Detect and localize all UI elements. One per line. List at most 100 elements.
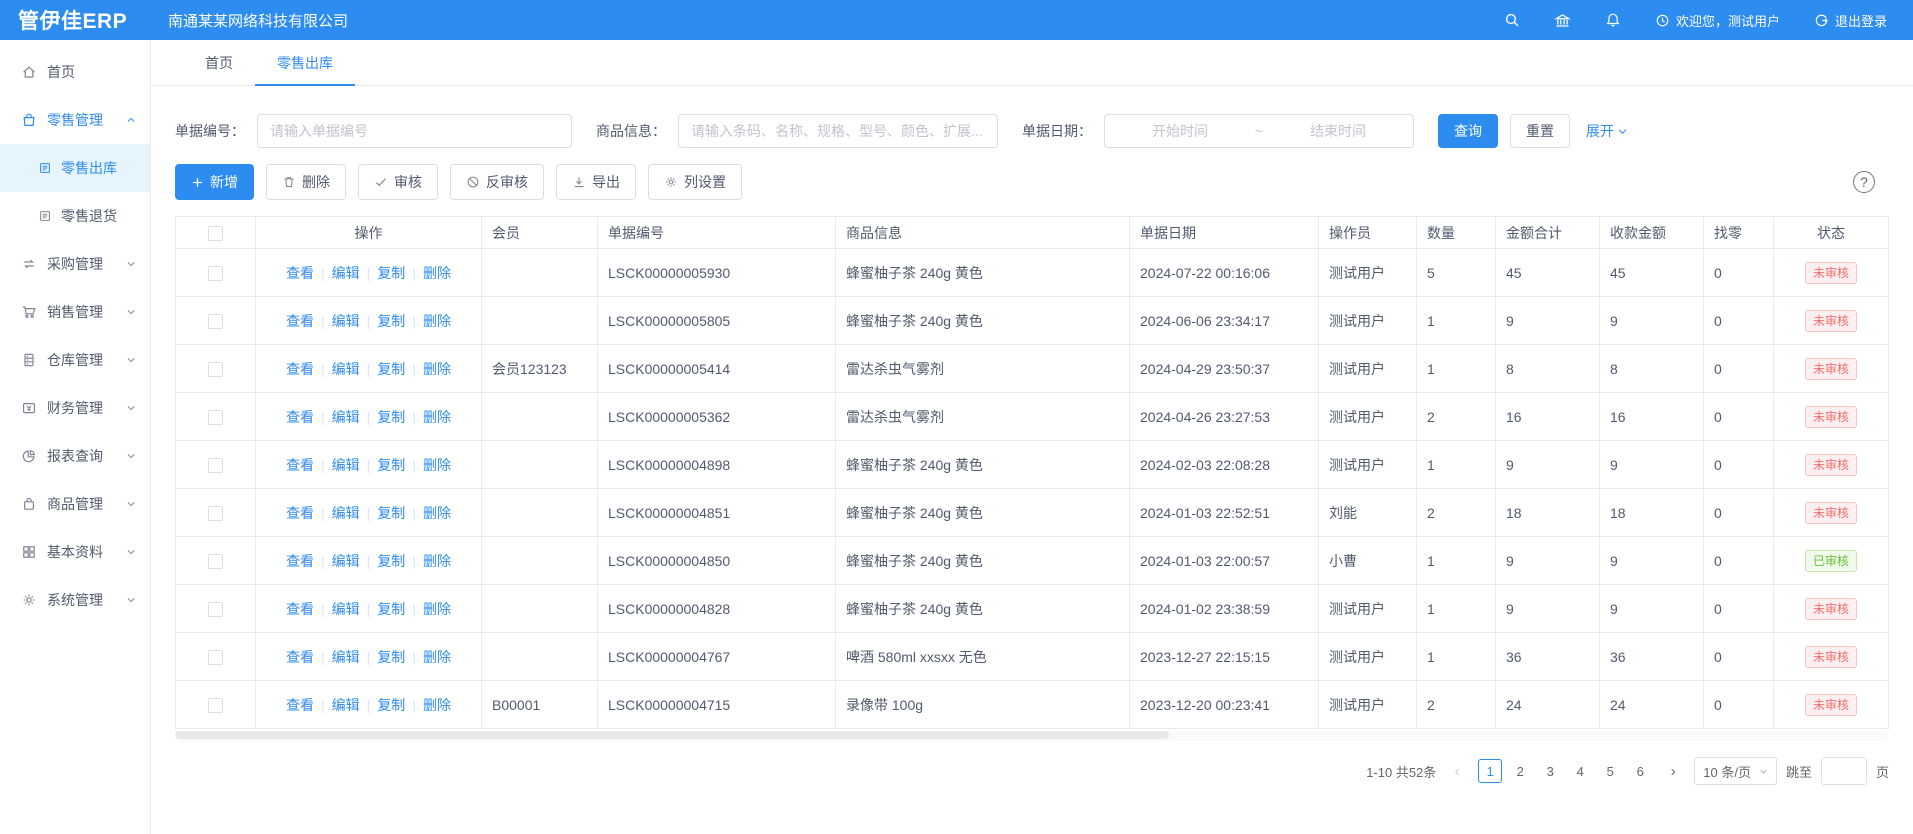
unaudit-button[interactable]: 反审核	[450, 164, 544, 200]
page-number-4[interactable]: 4	[1568, 759, 1592, 783]
prev-page-arrow[interactable]: ‹	[1445, 759, 1469, 783]
tab-home[interactable]: 首页	[183, 41, 255, 86]
add-button[interactable]: 新增	[175, 164, 254, 200]
row-action-edit[interactable]: 编辑	[332, 649, 360, 665]
row-action-copy[interactable]: 复制	[377, 313, 405, 329]
page-size-select[interactable]: 10 条/页	[1694, 757, 1777, 785]
row-action-copy[interactable]: 复制	[377, 697, 405, 713]
row-bill-no: LSCK00000004767	[598, 633, 836, 681]
select-all-checkbox[interactable]	[208, 226, 223, 241]
sidebar-item-purchase-management[interactable]: 采购管理	[0, 240, 150, 288]
row-action-copy[interactable]: 复制	[377, 265, 405, 281]
row-action-edit[interactable]: 编辑	[332, 601, 360, 617]
sidebar-item-basic-data[interactable]: 基本资料	[0, 528, 150, 576]
row-action-delete[interactable]: 删除	[423, 313, 451, 329]
bank-icon[interactable]	[1554, 12, 1571, 29]
audit-button[interactable]: 审核	[358, 164, 438, 200]
row-action-copy[interactable]: 复制	[377, 553, 405, 569]
row-action-delete[interactable]: 删除	[423, 649, 451, 665]
row-action-delete[interactable]: 删除	[423, 265, 451, 281]
logout-button[interactable]: 退出登录	[1814, 11, 1887, 30]
expand-filters-link[interactable]: 展开	[1586, 121, 1628, 141]
row-action-view[interactable]: 查看	[286, 409, 314, 425]
sidebar-item-goods-management[interactable]: 商品管理	[0, 480, 150, 528]
row-bill-no: LSCK00000004715	[598, 681, 836, 729]
row-action-delete[interactable]: 删除	[423, 361, 451, 377]
row-action-edit[interactable]: 编辑	[332, 409, 360, 425]
plus-icon	[191, 176, 204, 189]
row-action-view[interactable]: 查看	[286, 601, 314, 617]
row-checkbox[interactable]	[208, 554, 223, 569]
row-checkbox[interactable]	[208, 458, 223, 473]
scrollbar-thumb[interactable]	[175, 731, 1169, 739]
row-action-delete[interactable]: 删除	[423, 601, 451, 617]
help-icon[interactable]: ?	[1853, 171, 1875, 193]
row-action-edit[interactable]: 编辑	[332, 553, 360, 569]
row-action-edit[interactable]: 编辑	[332, 505, 360, 521]
page-number-5[interactable]: 5	[1598, 759, 1622, 783]
horizontal-scrollbar[interactable]	[175, 731, 1888, 741]
row-action-edit[interactable]: 编辑	[332, 697, 360, 713]
row-action-delete[interactable]: 删除	[423, 457, 451, 473]
row-action-delete[interactable]: 删除	[423, 697, 451, 713]
row-checkbox[interactable]	[208, 362, 223, 377]
row-action-view[interactable]: 查看	[286, 457, 314, 473]
row-checkbox[interactable]	[208, 314, 223, 329]
sidebar-item-retail-return[interactable]: 零售退货	[0, 192, 150, 240]
row-action-copy[interactable]: 复制	[377, 361, 405, 377]
search-icon[interactable]	[1504, 12, 1520, 28]
tab-retail-outbound[interactable]: 零售出库	[255, 41, 355, 86]
page-number-3[interactable]: 3	[1538, 759, 1562, 783]
sidebar-item-sales-management[interactable]: 销售管理	[0, 288, 150, 336]
page-number-2[interactable]: 2	[1508, 759, 1532, 783]
row-action-view[interactable]: 查看	[286, 313, 314, 329]
row-action-copy[interactable]: 复制	[377, 409, 405, 425]
sidebar-item-finance-management[interactable]: 财务管理	[0, 384, 150, 432]
bill-no-input[interactable]	[257, 114, 572, 148]
search-button[interactable]: 查询	[1438, 114, 1498, 148]
row-action-view[interactable]: 查看	[286, 361, 314, 377]
row-checkbox[interactable]	[208, 602, 223, 617]
export-button[interactable]: 导出	[556, 164, 636, 200]
page-number-6[interactable]: 6	[1628, 759, 1652, 783]
row-action-copy[interactable]: 复制	[377, 457, 405, 473]
sidebar-item-home[interactable]: 首页	[0, 48, 150, 96]
next-page-arrow[interactable]: ›	[1661, 759, 1685, 783]
row-action-copy[interactable]: 复制	[377, 649, 405, 665]
row-action-edit[interactable]: 编辑	[332, 265, 360, 281]
row-checkbox[interactable]	[208, 266, 223, 281]
row-action-view[interactable]: 查看	[286, 553, 314, 569]
row-action-delete[interactable]: 删除	[423, 409, 451, 425]
row-action-view[interactable]: 查看	[286, 505, 314, 521]
row-action-view[interactable]: 查看	[286, 265, 314, 281]
jump-to-input[interactable]	[1821, 757, 1867, 785]
row-action-view[interactable]: 查看	[286, 697, 314, 713]
bell-icon[interactable]	[1605, 12, 1621, 28]
row-checkbox[interactable]	[208, 698, 223, 713]
sidebar-item-retail-outbound[interactable]: 零售出库	[0, 144, 150, 192]
row-checkbox[interactable]	[208, 410, 223, 425]
row-action-edit[interactable]: 编辑	[332, 457, 360, 473]
page-number-1[interactable]: 1	[1478, 759, 1502, 783]
row-action-delete[interactable]: 删除	[423, 505, 451, 521]
column-settings-button[interactable]: 列设置	[648, 164, 742, 200]
date-range-picker[interactable]: 开始时间 ~ 结束时间	[1104, 114, 1414, 148]
row-action-edit[interactable]: 编辑	[332, 313, 360, 329]
row-action-copy[interactable]: 复制	[377, 601, 405, 617]
row-status: 未审核	[1774, 585, 1889, 633]
reset-button[interactable]: 重置	[1510, 114, 1570, 148]
sidebar-item-report-query[interactable]: 报表查询	[0, 432, 150, 480]
row-checkbox[interactable]	[208, 650, 223, 665]
goods-info-input[interactable]	[678, 114, 998, 148]
sidebar-item-retail-management[interactable]: 零售管理	[0, 96, 150, 144]
row-action-copy[interactable]: 复制	[377, 505, 405, 521]
delete-button[interactable]: 删除	[266, 164, 346, 200]
sidebar-item-system-management[interactable]: 系统管理	[0, 576, 150, 624]
welcome-user[interactable]: 欢迎您，测试用户	[1655, 11, 1780, 30]
row-action-delete[interactable]: 删除	[423, 553, 451, 569]
row-action-edit[interactable]: 编辑	[332, 361, 360, 377]
row-action-view[interactable]: 查看	[286, 649, 314, 665]
sidebar-item-warehouse-management[interactable]: 仓库管理	[0, 336, 150, 384]
app-root: 管伊佳ERP 南通某某网络科技有限公司 欢迎您，测试用户	[0, 0, 1913, 834]
row-checkbox[interactable]	[208, 506, 223, 521]
